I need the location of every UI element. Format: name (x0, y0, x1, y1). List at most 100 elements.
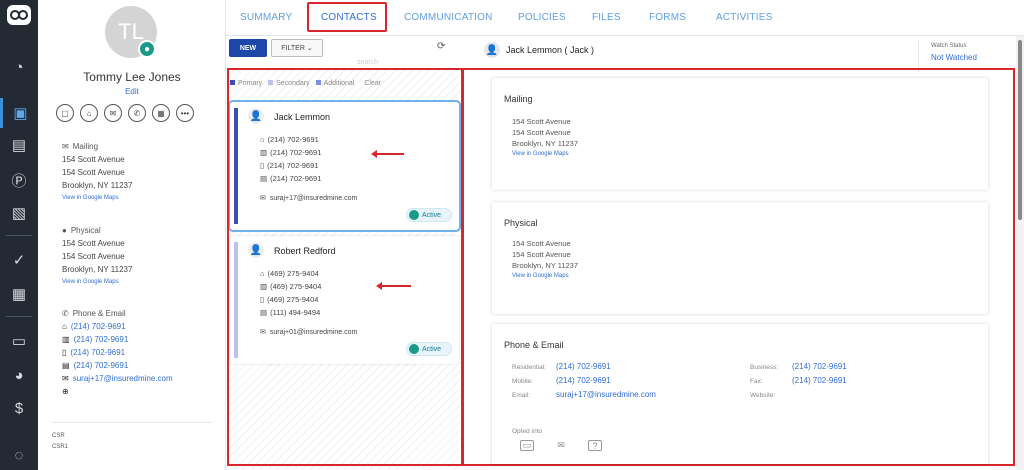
mobile-icon: ▯ (260, 295, 265, 304)
tab-summary[interactable]: SUMMARY (240, 12, 292, 23)
address-block: 154 Scott Avenue 154 Scott Avenue Brookl… (512, 116, 578, 160)
legend-additional[interactable]: Additional (315, 80, 354, 87)
app-logo-icon[interactable] (6, 4, 32, 26)
clear-filter-link[interactable]: Clear (364, 80, 381, 87)
chat-icon[interactable]: ⌂ (80, 104, 98, 122)
panel-title: Phone & Email (504, 340, 564, 350)
calendar-icon[interactable]: ▦ (152, 104, 170, 122)
address-line: Brooklyn, NY 11237 (62, 181, 133, 190)
email-link[interactable]: suraj+17@insuredmine.com (556, 390, 656, 399)
scrollbar-thumb[interactable] (1018, 40, 1022, 220)
rail-divider (6, 316, 32, 317)
dashboard-icon[interactable]: ◔ (0, 52, 38, 82)
more-icon[interactable]: ••• (176, 104, 194, 122)
archive-icon[interactable]: ▭ (0, 326, 38, 356)
tab-files[interactable]: FILES (592, 12, 621, 23)
google-maps-link[interactable]: View in Google Maps (62, 192, 132, 205)
tab-policies[interactable]: POLICIES (518, 12, 566, 23)
residential-phone-link[interactable]: (214) 702-9691 (556, 362, 611, 371)
new-button[interactable]: NEW (229, 39, 267, 57)
fax-icon: ▤ (260, 174, 268, 183)
refresh-icon[interactable]: ⟳ (437, 41, 445, 52)
residential-label: Residential: (512, 364, 546, 371)
mail-icon[interactable]: ✉ (104, 104, 122, 122)
csr-value: CSR1 (52, 444, 69, 450)
user-badge-icon: ● (138, 40, 156, 58)
annotation-arrow (376, 282, 411, 290)
tab-forms[interactable]: FORMS (649, 12, 686, 23)
annotation-arrow (371, 150, 404, 158)
contact-phone-row: ⌂ (214) 702-9691 (260, 135, 319, 144)
google-maps-link[interactable]: View in Google Maps (512, 149, 578, 160)
contact-card[interactable]: 👤 Jack Lemmon ⌂ (214) 702-9691 ▥ (214) 702… (228, 100, 461, 232)
feed-icon[interactable]: ◌ (0, 440, 38, 470)
contact-email-row: ✉ suraj+01@insuredmine.com (260, 328, 358, 337)
tab-highlight (307, 2, 387, 32)
envelope-icon: ✉ (62, 374, 69, 383)
contact-card[interactable]: 👤 Robert Redford ⌂ (469) 275-9404 ▥ (469) … (230, 236, 459, 364)
address-line: 154 Scott Avenue (62, 155, 125, 164)
primary-indicator (234, 108, 238, 224)
files-icon[interactable]: ▧ (0, 198, 38, 228)
contacts-icon[interactable]: ▣ (0, 98, 38, 128)
fax-phone-link[interactable]: (214) 702-9691 (74, 359, 129, 372)
tab-communication[interactable]: COMMUNICATION (404, 12, 493, 23)
email-link[interactable]: suraj+17@insuredmine.com (73, 372, 173, 385)
legend-secondary[interactable]: Secondary (268, 80, 310, 87)
physical-heading: Physical (70, 226, 101, 235)
home-icon: ⌂ (260, 269, 265, 278)
address-line: 154 Scott Avenue (62, 239, 125, 248)
contact-phone-row: ▯ (469) 275-9404 (260, 295, 319, 304)
phone-email-heading: Phone & Email (72, 309, 126, 318)
chart-icon[interactable]: ◕ (0, 360, 38, 390)
sms-opt-icon[interactable]: ▭ (520, 440, 534, 451)
detail-header: 👤 Jack Lemmon ( Jack ) (484, 42, 594, 58)
building-icon: ▥ (62, 335, 70, 344)
chat-opt-icon[interactable]: ? (588, 440, 602, 451)
filter-button[interactable]: FILTER ⌄ (271, 39, 323, 57)
profile-name: Tommy Lee Jones (83, 70, 181, 84)
person-icon: 👤 (484, 42, 500, 58)
phone-icon[interactable]: ✆ (128, 104, 146, 122)
business-phone-link[interactable]: (214) 702-9691 (74, 333, 129, 346)
contact-email-row: ✉ suraj+17@insuredmine.com (260, 194, 358, 203)
watch-status-value[interactable]: Not Watched (931, 52, 977, 64)
google-maps-link[interactable]: View in Google Maps (512, 271, 578, 282)
legend-primary[interactable]: Primary (230, 80, 262, 87)
contact-phone-row: ▤ (214) 702-9691 (260, 174, 322, 183)
note-icon[interactable]: ▢ (56, 104, 74, 122)
email-label: Email: (512, 392, 531, 399)
check-icon[interactable]: ✓ (0, 245, 38, 275)
tab-activities[interactable]: ACTIVITIES (716, 12, 772, 23)
search-placeholder: search (357, 59, 379, 66)
edit-link[interactable]: Edit (38, 87, 226, 96)
fax-icon: ▤ (62, 361, 70, 370)
calendar-icon[interactable]: ▦ (0, 279, 38, 309)
mobile-icon: ▯ (260, 161, 265, 170)
contact-phone-row: ▯ (214) 702-9691 (260, 161, 319, 170)
panel-title: Mailing (504, 94, 533, 104)
secondary-indicator (234, 242, 238, 358)
id-card-icon[interactable]: ▤ (0, 130, 38, 160)
fax-phone-link[interactable]: (214) 702-9691 (792, 376, 847, 385)
policies-icon[interactable]: Ⓟ (0, 165, 38, 195)
mobile-phone-link[interactable]: (214) 702-9691 (556, 376, 611, 385)
profile-phone-email: ✆ Phone & Email ⌂ (214) 702-9691 ▥ (214) 70… (62, 307, 173, 398)
contact-name: Robert Redford (274, 246, 336, 256)
mobile-phone-link[interactable]: (214) 702-9691 (70, 346, 125, 359)
rail-divider (6, 235, 32, 236)
email-opt-icon[interactable]: ✉ (554, 440, 568, 451)
phone-email-panel: Phone & Email Residential: (214) 702-969… (492, 324, 988, 464)
business-phone-link[interactable]: (214) 702-9691 (792, 362, 847, 371)
person-icon: 👤 (248, 108, 264, 124)
google-maps-link[interactable]: View in Google Maps (62, 276, 132, 289)
detail-contact-name: Jack Lemmon ( Jack ) (506, 45, 595, 55)
fax-label: Fax: (750, 378, 763, 385)
contact-phone-row: ▤ (111) 494-9494 (260, 308, 321, 317)
dollar-icon[interactable]: $ (0, 393, 38, 423)
business-label: Business: (750, 364, 779, 371)
phone-icon: ✆ (62, 309, 69, 318)
icon-rail: ◔ ▣ ▤ Ⓟ ▧ ✓ ▦ ▭ ◕ $ ◌ (0, 0, 38, 470)
fax-icon: ▤ (260, 308, 268, 317)
residential-phone-link[interactable]: (214) 702-9691 (71, 320, 126, 333)
